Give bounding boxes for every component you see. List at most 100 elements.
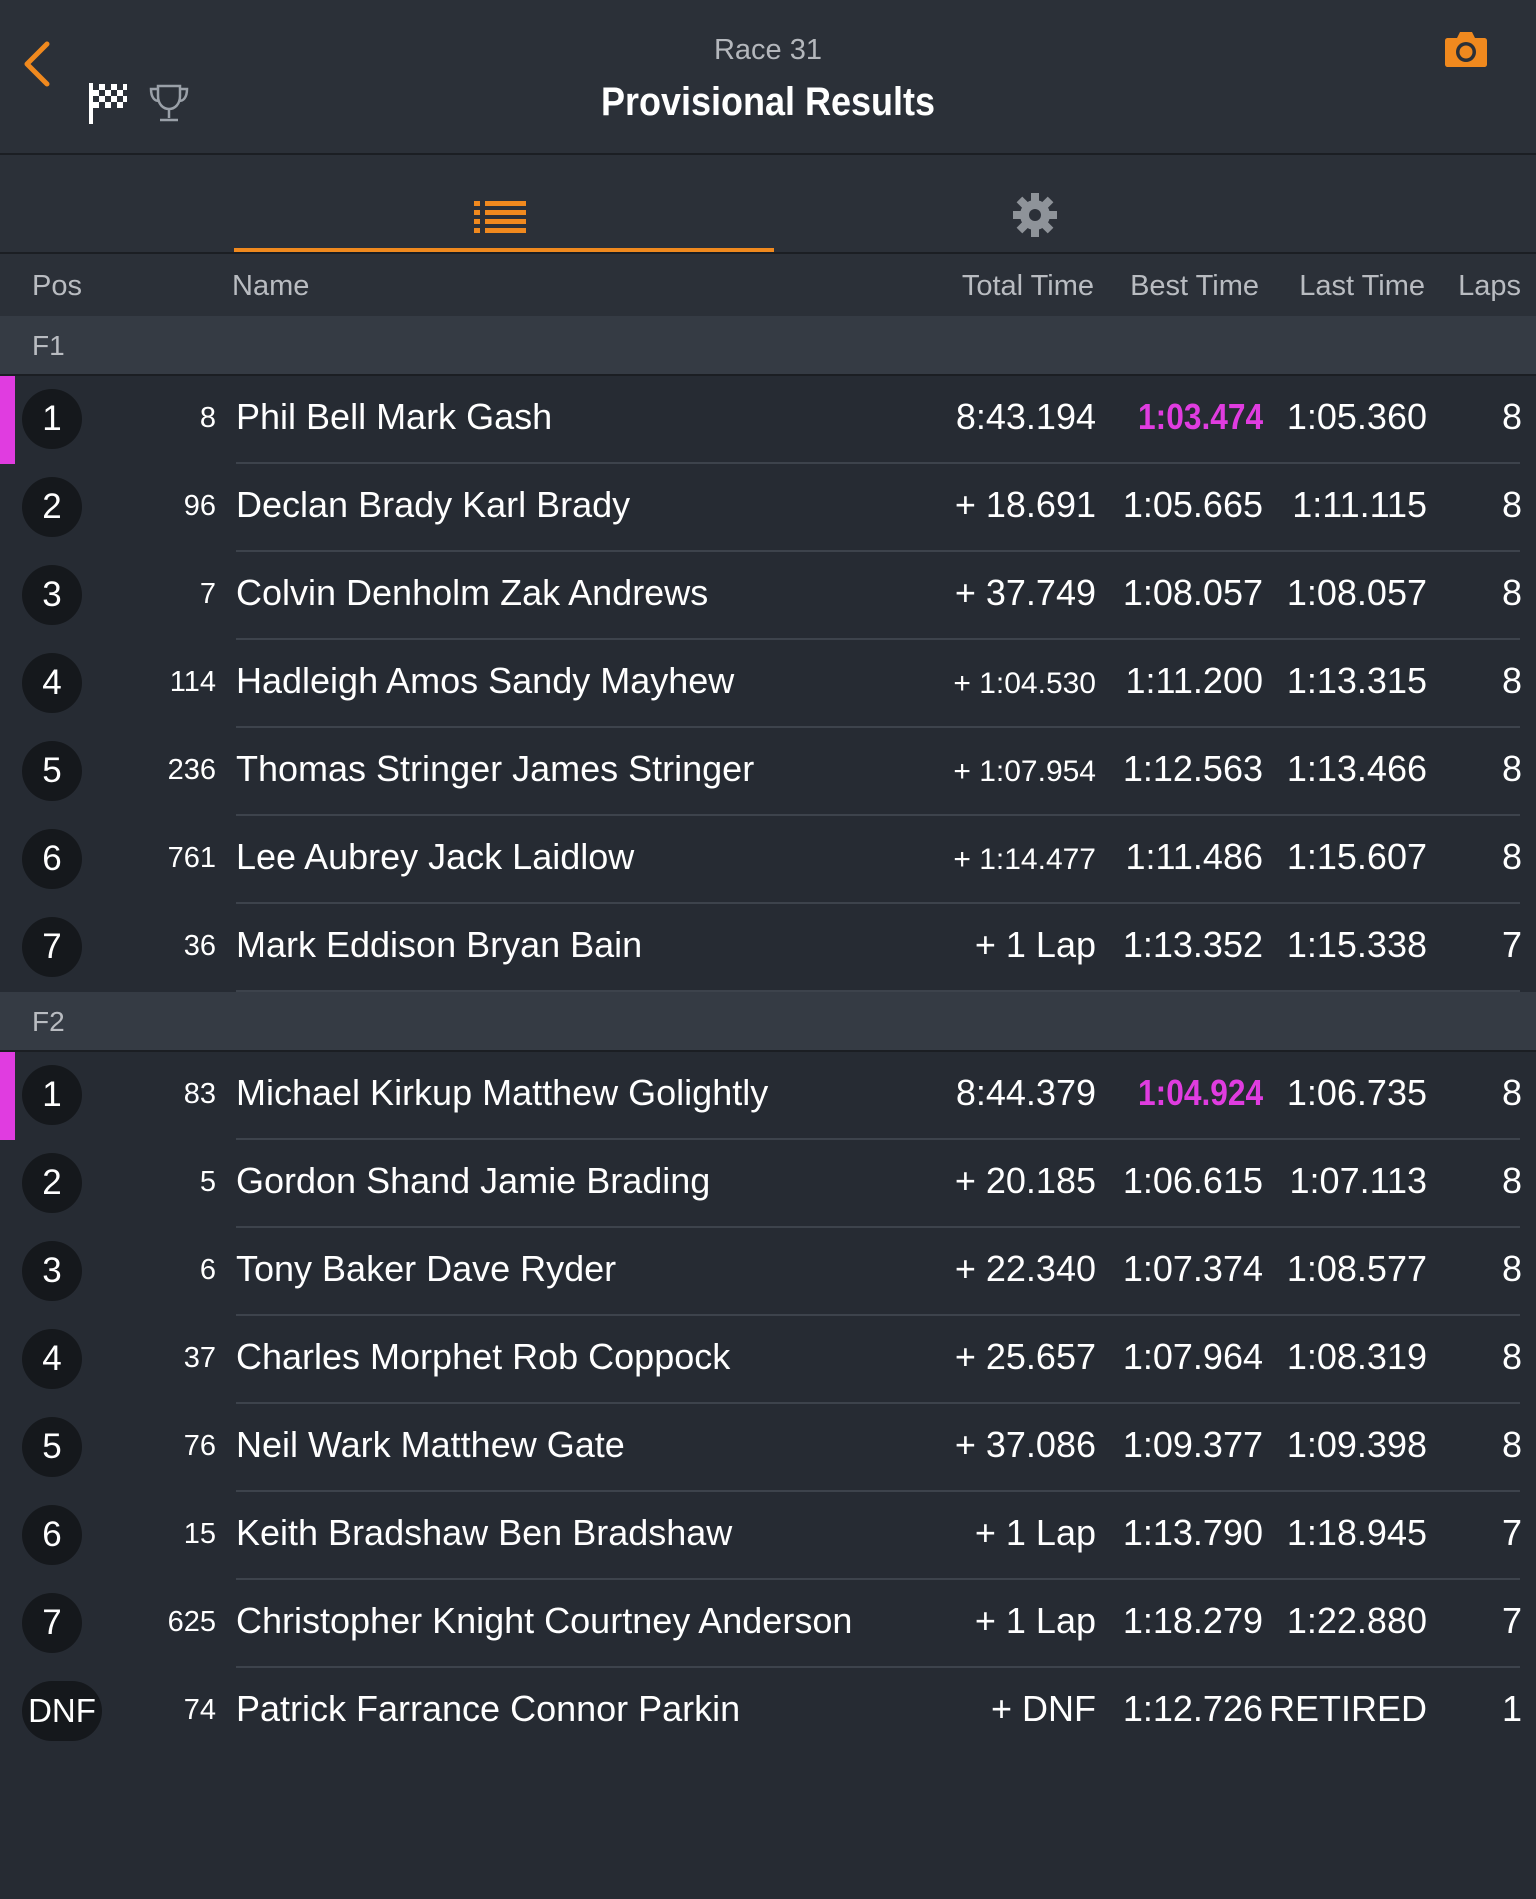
best-time: 1:11.486 [1125, 836, 1263, 877]
car-number: 5 [199, 1166, 216, 1198]
result-row[interactable]: 1 8 Phil Bell Mark Gash 8:43.194 1:03.474 1:0… [0, 376, 1536, 464]
total-time: 8:44.379 [955, 1072, 1096, 1113]
col-total-time[interactable]: Total Time [962, 270, 1094, 303]
driver-names: Keith Bradshaw Ben Bradshaw [236, 1512, 733, 1553]
last-time: 1:06.735 [1286, 1072, 1427, 1113]
col-last-time[interactable]: Last Time [1299, 270, 1425, 303]
car-number: 761 [167, 842, 216, 874]
empty-footer-area [0, 1754, 1536, 1899]
car-number: 6 [199, 1254, 216, 1286]
leader-marker [0, 1052, 15, 1140]
result-row[interactable]: 4 37 Charles Morphet Rob Coppock + 25.657 1:… [0, 1316, 1536, 1404]
last-time: 1:13.466 [1286, 748, 1427, 789]
last-time: 1:18.945 [1286, 1512, 1427, 1553]
result-row[interactable]: 3 7 Colvin Denholm Zak Andrews + 37.749 1:08… [0, 552, 1536, 640]
last-time: 1:07.113 [1289, 1160, 1427, 1201]
position-badge: 1 [22, 1065, 82, 1125]
car-number: 236 [167, 754, 216, 786]
total-time: + 18.691 [954, 484, 1096, 525]
laps-count: 8 [1501, 396, 1522, 437]
driver-names: Charles Morphet Rob Coppock [236, 1336, 731, 1377]
result-row[interactable]: 5 76 Neil Wark Matthew Gate + 37.086 1:09.37… [0, 1404, 1536, 1492]
car-number: 37 [183, 1342, 216, 1374]
best-time: 1:09.377 [1122, 1424, 1263, 1465]
position-badge: 4 [22, 653, 82, 713]
last-time: 1:22.880 [1286, 1600, 1427, 1641]
laps-count: 1 [1501, 1688, 1522, 1729]
total-time: + 20.185 [954, 1160, 1096, 1201]
position-badge: 2 [22, 477, 82, 537]
best-time: 1:05.665 [1122, 484, 1263, 525]
position-badge: 5 [22, 1417, 82, 1477]
active-tab-indicator [234, 248, 774, 252]
last-time: 1:13.315 [1286, 660, 1427, 701]
result-row[interactable]: 2 96 Declan Brady Karl Brady + 18.691 1:05.6… [0, 464, 1536, 552]
best-time: 1:07.964 [1122, 1336, 1263, 1377]
total-time: + 37.086 [954, 1424, 1096, 1465]
result-row[interactable]: DNF 74 Patrick Farrance Connor Parkin + DNF… [0, 1668, 1536, 1756]
car-number: 74 [183, 1694, 216, 1726]
total-time: + DNF [990, 1688, 1096, 1729]
last-time: 1:09.398 [1286, 1424, 1427, 1465]
tab-bar [0, 155, 1536, 254]
best-time: 1:18.279 [1122, 1600, 1263, 1641]
laps-count: 8 [1501, 1248, 1522, 1289]
best-time: 1:12.726 [1122, 1688, 1263, 1729]
leader-marker [0, 376, 15, 464]
page-title: Provisional Results [600, 80, 936, 124]
driver-names: Mark Eddison Bryan Bain [236, 924, 643, 965]
col-laps[interactable]: Laps [1458, 270, 1521, 303]
driver-names: Colvin Denholm Zak Andrews [236, 572, 709, 613]
best-time: 1:12.563 [1122, 748, 1263, 789]
car-number: 8 [199, 402, 216, 434]
position-badge: 3 [22, 1241, 82, 1301]
last-time: RETIRED [1268, 1688, 1427, 1729]
tab-results-list[interactable] [234, 155, 774, 252]
car-number: 36 [183, 930, 216, 962]
car-number: 83 [183, 1078, 216, 1110]
best-time: 1:13.790 [1122, 1512, 1263, 1553]
col-name[interactable]: Name [232, 270, 309, 303]
result-row[interactable]: 4 114 Hadleigh Amos Sandy Mayhew + 1:04.530… [0, 640, 1536, 728]
best-time: 1:08.057 [1122, 572, 1263, 613]
laps-count: 8 [1501, 1336, 1522, 1377]
col-pos[interactable]: Pos [32, 270, 82, 303]
race-label: Race 31 [713, 34, 822, 66]
group-header: F1 [0, 316, 1536, 376]
result-row[interactable]: 6 761 Lee Aubrey Jack Laidlow + 1:14.477 1:1… [0, 816, 1536, 904]
list-icon [474, 201, 526, 233]
driver-names: Thomas Stringer James Stringer [236, 748, 755, 789]
result-row[interactable]: 5 236 Thomas Stringer James Stringer + 1:07… [0, 728, 1536, 816]
position-badge: 7 [22, 1593, 82, 1653]
result-row[interactable]: 7 625 Christopher Knight Courtney Anderson… [0, 1580, 1536, 1668]
last-time: 1:15.607 [1286, 836, 1427, 877]
camera-icon[interactable] [1444, 28, 1488, 70]
driver-names: Phil Bell Mark Gash [236, 396, 553, 437]
laps-count: 8 [1501, 1160, 1522, 1201]
best-time: 1:03.474 [1137, 396, 1263, 437]
laps-count: 8 [1501, 572, 1522, 613]
position-badge: 3 [22, 565, 82, 625]
driver-names: Michael Kirkup Matthew Golightly [236, 1072, 769, 1113]
position-badge: 7 [22, 917, 82, 977]
driver-names: Hadleigh Amos Sandy Mayhew [236, 660, 735, 701]
last-time: 1:15.338 [1286, 924, 1427, 965]
laps-count: 8 [1501, 748, 1522, 789]
position-badge: 5 [22, 741, 82, 801]
last-time: 1:08.319 [1286, 1336, 1427, 1377]
position-badge: 2 [22, 1153, 82, 1213]
group-header: F2 [0, 992, 1536, 1052]
laps-count: 8 [1501, 1072, 1522, 1113]
best-time: 1:11.200 [1125, 660, 1263, 701]
col-best-time[interactable]: Best Time [1130, 270, 1259, 303]
tab-settings[interactable] [774, 155, 1314, 252]
result-row[interactable]: 6 15 Keith Bradshaw Ben Bradshaw + 1 Lap 1:1… [0, 1492, 1536, 1580]
total-time: + 1 Lap [974, 1512, 1096, 1553]
result-row[interactable]: 2 5 Gordon Shand Jamie Brading + 20.185 1:06… [0, 1140, 1536, 1228]
laps-count: 8 [1501, 836, 1522, 877]
result-row[interactable]: 3 6 Tony Baker Dave Ryder + 22.340 1:07.374 1… [0, 1228, 1536, 1316]
result-row[interactable]: 1 83 Michael Kirkup Matthew Golightly 8:44.… [0, 1052, 1536, 1140]
driver-names: Neil Wark Matthew Gate [236, 1424, 625, 1465]
result-row[interactable]: 7 36 Mark Eddison Bryan Bain + 1 Lap 1:13.35… [0, 904, 1536, 992]
total-time: + 1 Lap [974, 924, 1096, 965]
